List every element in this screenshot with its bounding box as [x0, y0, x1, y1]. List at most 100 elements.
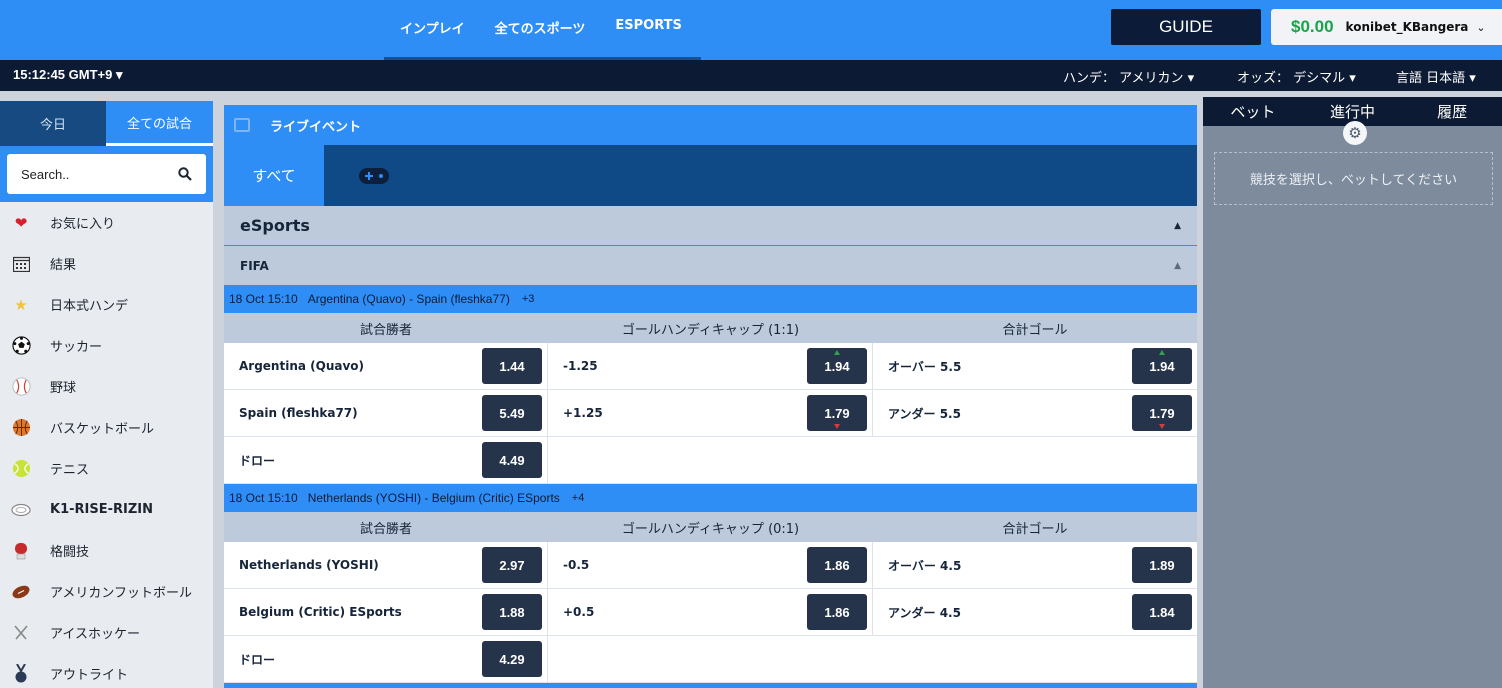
odds-button[interactable]: 2.97 [482, 547, 542, 583]
match-header[interactable]: 18 Oct 15:10 Netherlands (YOSHI) - Belgi… [224, 484, 1197, 512]
winner-cell: Belgium (Critic) ESports 1.88 [224, 589, 548, 635]
winner-cell: ドロー 4.29 [224, 636, 548, 682]
sidebar-item-tennis[interactable]: テニス [0, 448, 213, 489]
winner-cell: ドロー 4.49 [224, 437, 548, 483]
tab-today[interactable]: 今日 [0, 101, 106, 146]
total-line: オーバー 5.5 [888, 359, 962, 374]
more-markets-count[interactable]: +4 [572, 492, 585, 504]
market-col-handicap: ゴールハンディキャップ (0:1) [621, 521, 800, 537]
guide-button[interactable]: GUIDE [1111, 9, 1261, 45]
sidebar-item-martial-arts[interactable]: 格闘技 [0, 530, 213, 571]
tab-history[interactable]: 履歴 [1402, 97, 1502, 126]
sidebar-item-baseball[interactable]: 野球 [0, 366, 213, 407]
handicap-cell: +0.5 1.86 [548, 589, 873, 635]
handicap-select[interactable]: ハンデ： アメリカン ▾ [1063, 67, 1194, 86]
odds-button[interactable]: 1.86 [807, 594, 867, 630]
clock-text: 15:12:45 GMT+9 [13, 67, 113, 82]
team-name: Argentina (Quavo) [239, 359, 365, 373]
nav-all-sports[interactable]: 全てのスポーツ [495, 18, 586, 37]
language-label: 言語 日本語 [1396, 71, 1466, 86]
match-time: 18 Oct 15:10 [229, 292, 298, 306]
odds-button[interactable]: 1.86 [807, 547, 867, 583]
odds-up-icon [834, 350, 840, 355]
sidebar-item-results[interactable]: 結果 [0, 243, 213, 284]
handicap-line: +1.25 [563, 406, 603, 420]
total-line: オーバー 4.5 [888, 558, 962, 573]
total-line: アンダー 4.5 [888, 605, 961, 620]
clock[interactable]: 15:12:45 GMT+9 ▾ [13, 67, 123, 83]
table-row: Spain (fleshka77) 5.49 +1.25 1.79 アンダー 5.5… [224, 390, 1197, 437]
sidebar-item-american-football[interactable]: アメリカンフットボール [0, 571, 213, 612]
search-input[interactable] [21, 166, 161, 182]
odds-button[interactable]: 4.49 [482, 442, 542, 478]
subgroup-header-fifa[interactable]: FIFA ▲ [224, 246, 1197, 285]
tab-all[interactable]: すべて [224, 145, 324, 206]
heart-icon: ❤ [14, 213, 28, 232]
tab-bet[interactable]: ベット [1203, 97, 1303, 126]
odds-button[interactable]: 1.88 [482, 594, 542, 630]
sidebar-item-outrights[interactable]: アウトライト [0, 653, 213, 688]
total-cell: アンダー 5.5 1.79 [873, 390, 1197, 436]
ring-icon [10, 499, 32, 521]
odds-button[interactable]: 1.94 [1132, 348, 1192, 384]
sidebar-item-soccer[interactable]: サッカー [0, 325, 213, 366]
sidebar-item-label: アイスホッケー [50, 627, 140, 642]
sidebar-tabs: 今日 全ての試合 [0, 101, 213, 146]
sidebar-item-k1-rise-rizin[interactable]: K1-RISE-RIZIN [0, 489, 213, 530]
live-checkbox-icon[interactable] [234, 118, 250, 132]
caret-up-icon: ▲ [1174, 260, 1181, 271]
sidebar-item-ice-hockey[interactable]: アイスホッケー [0, 612, 213, 653]
sidebar-item-label: 野球 [50, 381, 77, 396]
handicap-cell: -1.25 1.94 [548, 343, 873, 389]
market-col-winner: 試合勝者 [359, 322, 412, 338]
odds-up-icon [1159, 350, 1165, 355]
live-events-header: ライブイベント [224, 105, 1197, 145]
more-markets-count[interactable]: +3 [522, 293, 535, 305]
chevron-down-icon: ▾ [1469, 71, 1476, 86]
boxing-glove-icon [10, 540, 32, 562]
odds-button[interactable]: 1.94 [807, 348, 867, 384]
live-events-panel: ライブイベント すべて eSports ▲ FIFA ▲ 18 Oct 15:1… [224, 105, 1197, 688]
tab-esports[interactable] [324, 145, 424, 206]
sidebar-item-basketball[interactable]: バスケットボール [0, 407, 213, 448]
search-area [0, 146, 213, 202]
odds-button[interactable]: 1.84 [1132, 594, 1192, 630]
search-box [7, 154, 206, 194]
sidebar-item-favorites[interactable]: ❤ お気に入り [0, 202, 213, 243]
tab-all-matches[interactable]: 全ての試合 [106, 101, 213, 146]
group-title: eSports [240, 216, 310, 235]
odds-button[interactable]: 1.79 [807, 395, 867, 431]
table-row: Argentina (Quavo) 1.44 -1.25 1.94 オーバー 5.5… [224, 343, 1197, 390]
account-menu[interactable]: $0.00 konibet_KBangera ⌄ [1271, 9, 1502, 45]
group-header-esports[interactable]: eSports ▲ [224, 206, 1197, 246]
live-tabs: すべて [224, 145, 1197, 206]
winner-cell: Spain (fleshka77) 5.49 [224, 390, 548, 436]
odds-button[interactable]: 1.79 [1132, 395, 1192, 431]
next-match-header [224, 683, 1197, 688]
soccer-ball-icon [10, 335, 32, 357]
match-header[interactable]: 18 Oct 15:10 Argentina (Quavo) - Spain (… [224, 285, 1197, 313]
language-select[interactable]: 言語 日本語 ▾ [1396, 67, 1476, 86]
handicap-label: ハンデ： アメリカン [1063, 71, 1184, 86]
odds-format-select[interactable]: オッズ： デシマル ▾ [1237, 67, 1356, 86]
total-cell [873, 636, 1197, 682]
odds-button[interactable]: 5.49 [482, 395, 542, 431]
search-icon[interactable] [178, 167, 192, 181]
bet-slip-empty-message: 競技を選択し、ベットしてください [1214, 152, 1493, 205]
balance: $0.00 [1291, 17, 1334, 36]
odds-button[interactable]: 1.44 [482, 348, 542, 384]
basketball-icon [10, 417, 32, 439]
nav-esports[interactable]: ESPORTS [615, 18, 681, 33]
match-time: 18 Oct 15:10 [229, 491, 298, 505]
odds-button[interactable]: 4.29 [482, 641, 542, 677]
gear-icon[interactable]: ⚙ [1343, 121, 1367, 145]
chevron-down-icon: ▾ [1349, 71, 1356, 86]
team-name: Spain (fleshka77) [239, 406, 358, 420]
sidebar-item-label: お気に入り [50, 217, 116, 232]
sports-list: ❤ お気に入り 結果 ★ 日本式ハンデ サッカー 野球 バスケットボール テニス K… [0, 202, 213, 688]
market-col-total: 合計ゴール [1002, 322, 1068, 338]
nav-inplay[interactable]: インプレイ [400, 18, 465, 37]
sidebar-item-asian-handicap[interactable]: ★ 日本式ハンデ [0, 284, 213, 325]
odds-button[interactable]: 1.89 [1132, 547, 1192, 583]
chevron-down-icon[interactable]: ⌄ [1476, 21, 1485, 34]
